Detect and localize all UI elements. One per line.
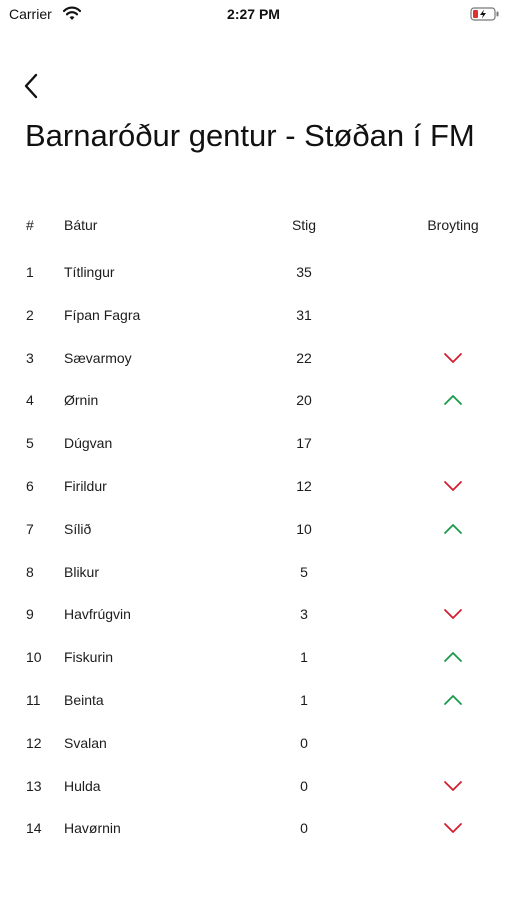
boat-name-cell: Fiskurin: [64, 649, 114, 666]
boat-name-cell: Dúgvan: [64, 435, 113, 452]
battery-charging-icon: [470, 7, 499, 21]
column-header-change: Broyting: [427, 217, 479, 233]
rank-cell: 9: [26, 606, 34, 623]
points-cell: 1: [300, 691, 308, 708]
page-title: Barnaróður gentur - Støðan í FM: [25, 118, 475, 153]
points-cell: 0: [300, 820, 308, 837]
boat-name-cell: Hulda: [64, 777, 101, 794]
column-header-rank: #: [26, 217, 34, 233]
table-row[interactable]: 13 Hulda 0: [0, 773, 507, 816]
rank-cell: 3: [26, 349, 34, 366]
rank-cell: 4: [26, 392, 34, 409]
table-row[interactable]: 12 Svalan 0: [0, 730, 507, 773]
table-row[interactable]: 3 Sævarmoy 22: [0, 345, 507, 388]
back-chevron-icon[interactable]: [20, 72, 44, 100]
points-cell: 12: [296, 477, 312, 494]
points-cell: 3: [300, 606, 308, 623]
boat-name-cell: Beinta: [64, 691, 104, 708]
boat-name-cell: Sílið: [64, 520, 92, 537]
table-row[interactable]: 4 Ørnin 20: [0, 387, 507, 430]
points-cell: 0: [300, 777, 308, 794]
column-header-boat: Bátur: [64, 217, 98, 233]
chevron-up-icon: [444, 695, 462, 705]
boat-name-cell: Havørnin: [64, 820, 121, 837]
boat-name-cell: Svalan: [64, 734, 107, 751]
boat-name-cell: Ørnin: [64, 392, 99, 409]
chevron-up-icon: [444, 523, 462, 534]
chevron-down-icon: [444, 352, 462, 363]
rank-cell: 6: [26, 477, 34, 494]
table-row[interactable]: 2 Fípan Fagra 31: [0, 302, 507, 345]
points-cell: 5: [300, 563, 308, 580]
rank-cell: 1: [26, 264, 34, 280]
rank-cell: 2: [26, 306, 34, 323]
table-row[interactable]: 9 Havfrúgvin 3: [0, 601, 507, 644]
points-cell: 35: [296, 264, 312, 280]
boat-name-cell: Havfrúgvin: [64, 606, 131, 623]
status-bar: Carrier 2:27 PM: [0, 0, 507, 28]
table-row[interactable]: 7 Sílið 10: [0, 516, 507, 559]
table-header: # Bátur Stig Broyting: [0, 212, 507, 238]
points-cell: 17: [296, 435, 312, 452]
rank-cell: 12: [26, 734, 42, 751]
standings-table: # Bátur Stig Broyting 1 Títlingur 35 2 F…: [0, 212, 507, 858]
rank-cell: 14: [26, 820, 42, 837]
points-cell: 31: [296, 306, 312, 323]
table-body: 1 Títlingur 35 2 Fípan Fagra 31 3 Sævarm…: [0, 259, 507, 858]
table-row[interactable]: 10 Fiskurin 1: [0, 644, 507, 687]
chevron-down-icon: [444, 780, 462, 791]
rank-cell: 11: [26, 691, 41, 708]
chevron-up-icon: [444, 652, 462, 663]
column-header-points: Stig: [291, 217, 317, 233]
chevron-down-icon: [444, 823, 462, 834]
table-row[interactable]: 1 Títlingur 35: [0, 259, 507, 302]
boat-name-cell: Fípan Fagra: [64, 306, 141, 323]
rank-cell: 7: [26, 520, 34, 537]
points-cell: 0: [300, 734, 308, 751]
points-cell: 1: [300, 649, 308, 666]
boat-name-cell: Sævarmoy: [64, 349, 132, 366]
points-cell: 10: [296, 520, 312, 537]
status-time: 2:27 PM: [227, 6, 280, 22]
boat-name-cell: Títlingur: [64, 264, 115, 280]
points-cell: 20: [296, 392, 312, 409]
points-cell: 22: [296, 349, 312, 366]
table-row[interactable]: 11 Beinta 1: [0, 687, 507, 730]
table-row[interactable]: 14 Havørnin 0: [0, 815, 507, 858]
chevron-up-icon: [444, 395, 462, 406]
rank-cell: 13: [26, 777, 42, 794]
rank-cell: 10: [26, 649, 42, 666]
chevron-down-icon: [444, 481, 462, 491]
rank-cell: 5: [26, 435, 34, 452]
table-row[interactable]: 6 Firildur 12: [0, 473, 507, 516]
table-row[interactable]: 8 Blikur 5: [0, 559, 507, 602]
boat-name-cell: Firildur: [64, 477, 107, 494]
boat-name-cell: Blikur: [64, 563, 100, 580]
rank-cell: 8: [26, 563, 34, 580]
table-row[interactable]: 5 Dúgvan 17: [0, 430, 507, 473]
chevron-down-icon: [444, 609, 462, 620]
